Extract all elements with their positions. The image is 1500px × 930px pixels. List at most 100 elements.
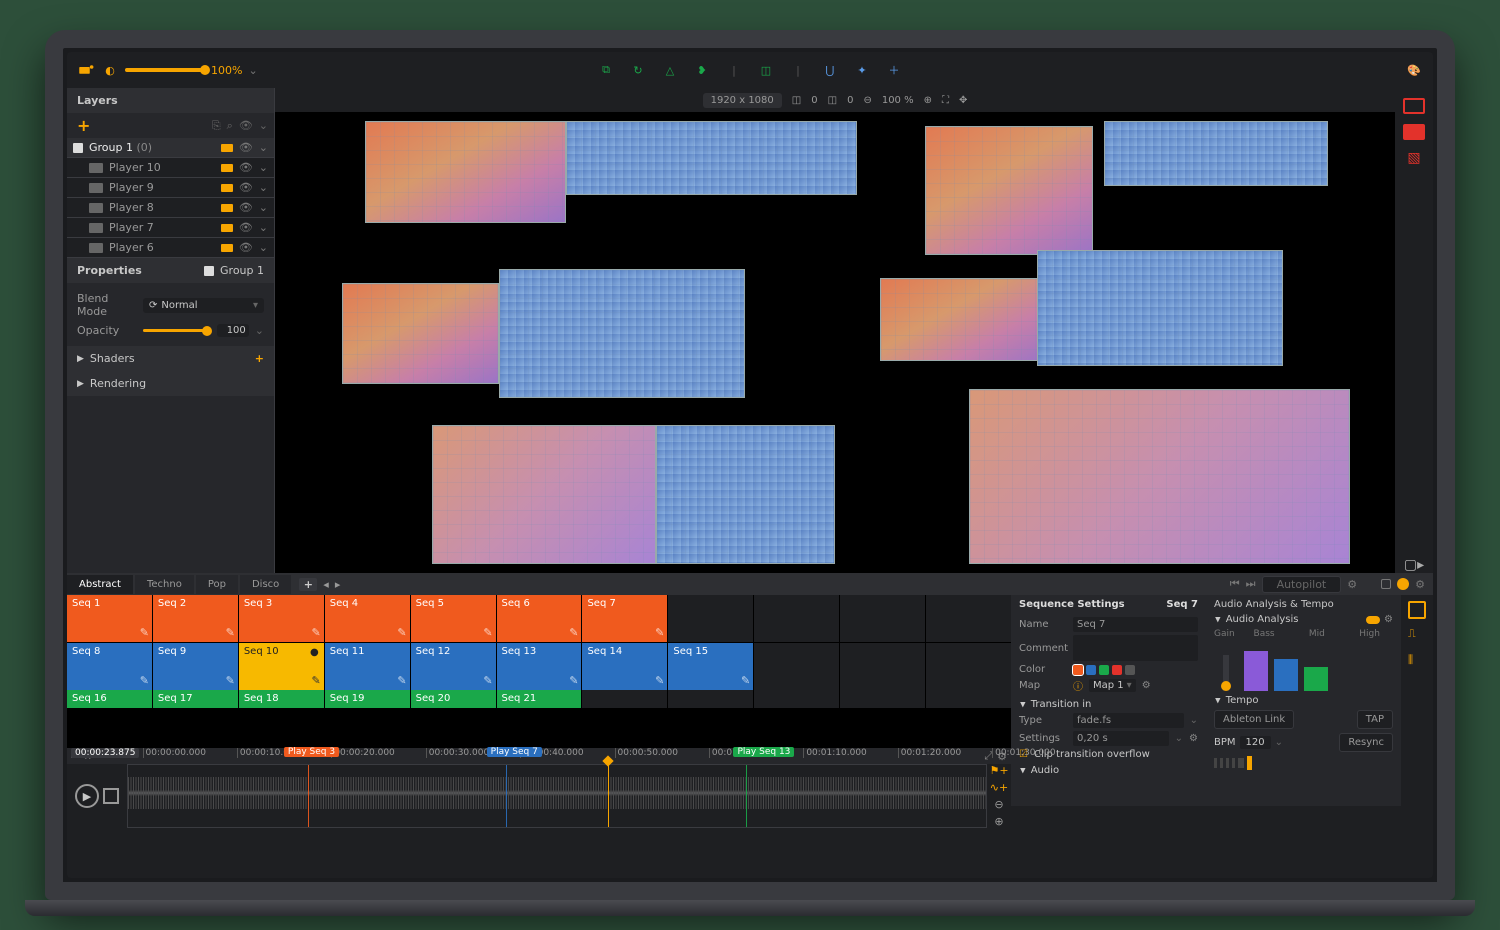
zoom-in-icon[interactable]: ⊕: [994, 815, 1003, 828]
seq-cell[interactable]: Seq 20: [411, 690, 496, 708]
seq-cell-empty[interactable]: [582, 690, 667, 708]
edit-icon[interactable]: ✎: [741, 674, 750, 687]
tap-button[interactable]: TAP: [1357, 710, 1393, 729]
pan-icon[interactable]: ✥: [959, 95, 967, 106]
audio-analysis-header[interactable]: Audio Analysis: [1226, 614, 1362, 625]
seq-cell[interactable]: Seq 17: [153, 690, 238, 708]
color-tag[interactable]: [221, 184, 233, 192]
toggle-on-icon[interactable]: [1366, 616, 1380, 624]
layer-filter-icon[interactable]: ⎘: [212, 119, 221, 133]
edit-icon[interactable]: ✎: [226, 674, 235, 687]
preview-canvas[interactable]: [275, 112, 1395, 573]
edit-icon[interactable]: ✎: [397, 626, 406, 639]
opacity-slider[interactable]: [143, 329, 207, 332]
zoom-out-icon[interactable]: ⊖: [994, 798, 1003, 811]
edit-icon[interactable]: ✎: [655, 674, 664, 687]
seq-cell-empty[interactable]: [754, 595, 839, 642]
seq-tab-techno[interactable]: Techno: [135, 575, 194, 594]
playhead[interactable]: [608, 765, 609, 827]
preview-window-icon[interactable]: ▢▸: [1403, 557, 1425, 573]
gear-icon-2[interactable]: ⚙: [1415, 578, 1425, 591]
add-shader-icon[interactable]: +: [255, 352, 264, 365]
seq-cell[interactable]: Seq 8✎: [67, 643, 152, 690]
seq-cell[interactable]: Seq 11✎: [325, 643, 410, 690]
seq-cell[interactable]: Seq 3✎: [239, 595, 324, 642]
rendering-section[interactable]: ▶Rendering: [67, 371, 274, 396]
seq-cell[interactable]: Seq 5✎: [411, 595, 496, 642]
expand-icon[interactable]: ⌄: [259, 181, 268, 194]
gear-icon[interactable]: ⚙: [1384, 614, 1393, 625]
seq-cell[interactable]: Seq 13✎: [497, 643, 582, 690]
seq-cell[interactable]: Seq 15✎: [668, 643, 753, 690]
rotate-icon[interactable]: ↻: [629, 61, 647, 79]
triangle-icon[interactable]: △: [661, 61, 679, 79]
stepper-icon[interactable]: ⌄: [1175, 733, 1183, 744]
stop-button[interactable]: [103, 788, 119, 804]
color-tag[interactable]: [221, 244, 233, 252]
visibility-icon[interactable]: 👁: [239, 181, 253, 194]
seq-cell-empty[interactable]: [926, 595, 1011, 642]
sun-icon[interactable]: ◐: [101, 61, 119, 79]
visibility-icon[interactable]: 👁: [239, 141, 253, 154]
seq-cell-empty[interactable]: [840, 595, 925, 642]
seq-cell-empty[interactable]: [668, 595, 753, 642]
seq-cell[interactable]: Seq 1✎: [67, 595, 152, 642]
checkbox-icon[interactable]: [73, 143, 83, 153]
play-button[interactable]: ▶: [75, 784, 99, 808]
map-select[interactable]: Map 1▾: [1089, 679, 1136, 692]
resync-button[interactable]: Resync: [1339, 733, 1393, 752]
layer-row[interactable]: Player 9👁⌄: [67, 178, 274, 198]
edit-icon[interactable]: ✎: [226, 626, 235, 639]
edit-icon[interactable]: ✎: [569, 626, 578, 639]
bounds-y-icon[interactable]: ◫: [828, 95, 837, 106]
layer-group-row[interactable]: Group 1 (0) 👁 ⌄: [67, 138, 274, 158]
palette-icon[interactable]: 🎨: [1405, 61, 1423, 79]
skip-next-icon[interactable]: ⏭: [1246, 577, 1256, 591]
layer-row[interactable]: Player 10👁⌄: [67, 158, 274, 178]
name-input[interactable]: Seq 7: [1073, 617, 1198, 632]
stepper-icon[interactable]: ⌄: [1275, 737, 1283, 748]
grid-view-icon[interactable]: [1408, 601, 1426, 619]
magnet-icon[interactable]: ⋃: [821, 61, 839, 79]
seq-cell[interactable]: Seq 9✎: [153, 643, 238, 690]
brightness-stepper[interactable]: ⌄: [248, 64, 257, 77]
levels-icon[interactable]: ⫼: [1408, 653, 1426, 671]
timeline-marker[interactable]: Play Seq 3: [284, 749, 285, 763]
seq-cell[interactable]: Seq 6✎: [497, 595, 582, 642]
edit-icon[interactable]: ✎: [655, 626, 664, 639]
ableton-link-button[interactable]: Ableton Link: [1214, 710, 1294, 729]
stepper-icon[interactable]: ⌄: [255, 324, 264, 337]
tempo-header[interactable]: Tempo: [1226, 695, 1259, 706]
layer-row[interactable]: Player 7👁⌄: [67, 218, 274, 238]
edit-icon[interactable]: ✎: [569, 674, 578, 687]
transition-header[interactable]: Transition in: [1019, 696, 1198, 710]
zoom-out-icon[interactable]: ⊖: [863, 95, 871, 106]
seq-cell-empty[interactable]: [754, 643, 839, 690]
seq-cell[interactable]: Seq 16: [67, 690, 152, 708]
color-tag[interactable]: [221, 164, 233, 172]
edit-icon[interactable]: ✎: [140, 626, 149, 639]
visibility-icon[interactable]: 👁: [239, 201, 253, 214]
info-icon[interactable]: ⓘ: [1073, 678, 1083, 693]
expand-icon[interactable]: ⌄: [259, 221, 268, 234]
brightness-slider[interactable]: [125, 68, 205, 72]
rec-box-icon[interactable]: [1381, 579, 1391, 589]
seq-cell-empty[interactable]: [926, 690, 1011, 708]
checkbox-icon[interactable]: [204, 266, 214, 276]
screen-mask-icon[interactable]: ▧: [1403, 150, 1425, 166]
color-tag[interactable]: [221, 144, 233, 152]
layer-search-icon[interactable]: ⌕: [227, 119, 233, 133]
skip-prev-icon[interactable]: ⏮: [1230, 577, 1240, 591]
screen-fill-icon[interactable]: [1403, 124, 1425, 140]
add-icon[interactable]: ＋: [885, 61, 903, 79]
output-icon[interactable]: [77, 61, 95, 79]
expand-icon[interactable]: ⌄: [259, 241, 268, 254]
seq-cell[interactable]: Seq 2✎: [153, 595, 238, 642]
add-layer-button[interactable]: +: [73, 116, 94, 135]
visibility-icon[interactable]: 👁: [239, 161, 253, 174]
color-swatches[interactable]: [1073, 665, 1135, 675]
gear-icon[interactable]: ⚙: [1189, 733, 1198, 744]
seq-tab-pop[interactable]: Pop: [196, 575, 238, 594]
seq-cell-empty[interactable]: [840, 690, 925, 708]
gear-icon[interactable]: ⚙: [1142, 680, 1151, 691]
